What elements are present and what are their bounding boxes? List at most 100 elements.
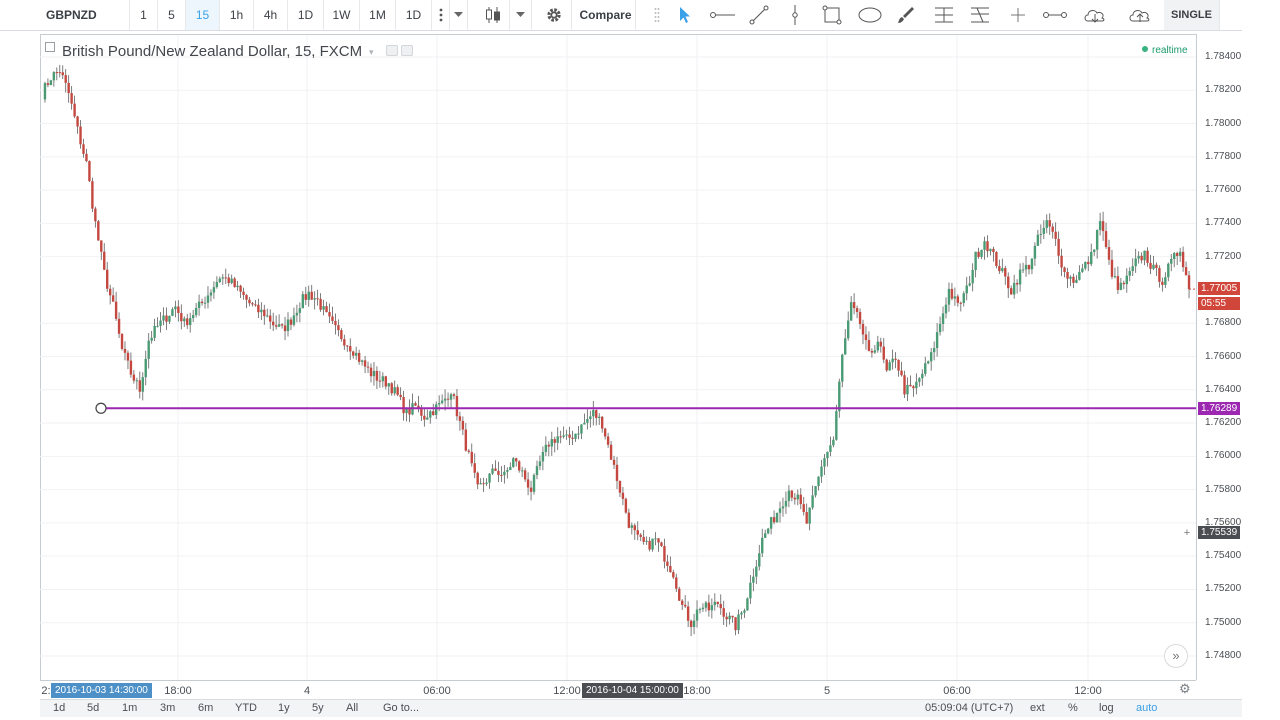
eye-icon[interactable] — [386, 45, 398, 56]
range-ytd[interactable]: YTD — [235, 702, 257, 714]
candle-body — [141, 377, 144, 392]
candle — [802, 496, 805, 516]
toggle-ext[interactable]: ext — [1030, 702, 1045, 714]
candle — [230, 274, 233, 285]
candle-body — [995, 252, 998, 267]
candle — [197, 294, 201, 316]
candle — [912, 384, 915, 397]
candle-body — [509, 466, 512, 471]
candle — [183, 316, 186, 327]
candle-body — [781, 506, 785, 509]
right-margin — [1242, 0, 1280, 720]
ray-anchor-handle[interactable] — [95, 402, 107, 414]
candle — [1072, 273, 1075, 289]
toggle-log[interactable]: log — [1099, 702, 1114, 714]
candle — [280, 323, 284, 329]
candle-body — [1084, 261, 1087, 269]
candle-body — [743, 610, 746, 613]
candle-body — [1012, 282, 1016, 295]
candle-body — [1134, 258, 1137, 267]
candle-body — [236, 285, 239, 288]
candle-body — [929, 352, 933, 362]
candle-body — [227, 277, 230, 284]
candle-body — [491, 468, 494, 474]
candle — [381, 372, 385, 388]
candle — [488, 472, 491, 489]
candle — [43, 81, 47, 103]
candle-body — [476, 472, 479, 485]
clock-timezone[interactable]: 05:09:04 (UTC+7) — [925, 702, 1013, 714]
range-6m[interactable]: 6m — [198, 702, 213, 714]
candle-body — [233, 278, 236, 288]
candle — [461, 416, 465, 436]
candle-body — [571, 437, 574, 439]
gear-icon[interactable]: ⚙ — [1179, 681, 1191, 697]
candle — [915, 373, 918, 395]
toggle-percent[interactable]: % — [1068, 702, 1078, 714]
candle — [781, 497, 785, 517]
candle — [1107, 239, 1111, 265]
candle — [1095, 229, 1099, 259]
caret-down-icon[interactable]: ▾ — [369, 47, 374, 58]
range-1y[interactable]: 1y — [278, 702, 290, 714]
candle-body — [538, 461, 542, 467]
candle — [1030, 258, 1034, 275]
candle-body — [46, 83, 50, 85]
candle — [106, 262, 109, 292]
candle — [517, 460, 521, 473]
candle — [888, 359, 891, 371]
range-1m[interactable]: 1m — [122, 702, 137, 714]
candle — [707, 594, 711, 617]
candle — [221, 274, 224, 285]
candle — [965, 276, 968, 301]
range-1d[interactable]: 1d — [53, 702, 65, 714]
candle — [94, 206, 97, 228]
candle-body — [621, 492, 625, 499]
candle — [716, 601, 719, 608]
candle — [520, 466, 524, 477]
candle-body — [683, 604, 687, 607]
candle-body — [218, 278, 222, 282]
candle — [1158, 265, 1161, 288]
candle — [162, 307, 165, 326]
candle-body — [322, 306, 325, 310]
price-tick-label: 1.78200 — [1205, 84, 1242, 96]
candle — [206, 286, 210, 309]
candle — [1004, 265, 1007, 285]
candle-body — [1001, 268, 1004, 272]
candle-body — [1042, 227, 1046, 234]
settings-icon[interactable] — [401, 45, 413, 56]
candle-body — [950, 288, 954, 299]
candle — [97, 219, 100, 241]
candle-body — [515, 458, 518, 462]
candle — [340, 328, 343, 342]
candle — [88, 160, 91, 182]
candle-body — [117, 318, 121, 334]
candle — [384, 375, 388, 390]
candle — [458, 411, 462, 431]
candle — [669, 556, 672, 573]
candle — [46, 78, 50, 88]
range-5d[interactable]: 5d — [87, 702, 99, 714]
range-3m[interactable]: 3m — [160, 702, 175, 714]
candle — [476, 471, 479, 490]
add-alert-icon[interactable]: + — [1181, 527, 1193, 539]
candle — [114, 291, 118, 321]
candle-body — [935, 332, 939, 349]
candle-body — [707, 602, 711, 611]
candle-body — [423, 415, 426, 420]
candle-body — [912, 386, 915, 389]
candlestick-chart[interactable] — [0, 0, 1280, 720]
candle-body — [316, 298, 319, 300]
candle — [432, 403, 435, 416]
toggle-auto[interactable]: auto — [1136, 702, 1157, 714]
range-all[interactable]: All — [346, 702, 358, 714]
scroll-to-realtime-button[interactable]: » — [1164, 644, 1188, 668]
candle — [174, 300, 177, 318]
candle — [891, 349, 894, 370]
candle-body — [870, 350, 874, 353]
collapse-legend-button[interactable] — [45, 42, 55, 52]
range-5y[interactable]: 5y — [312, 702, 324, 714]
go-to-button[interactable]: Go to... — [383, 702, 419, 714]
candle-body — [657, 538, 660, 543]
